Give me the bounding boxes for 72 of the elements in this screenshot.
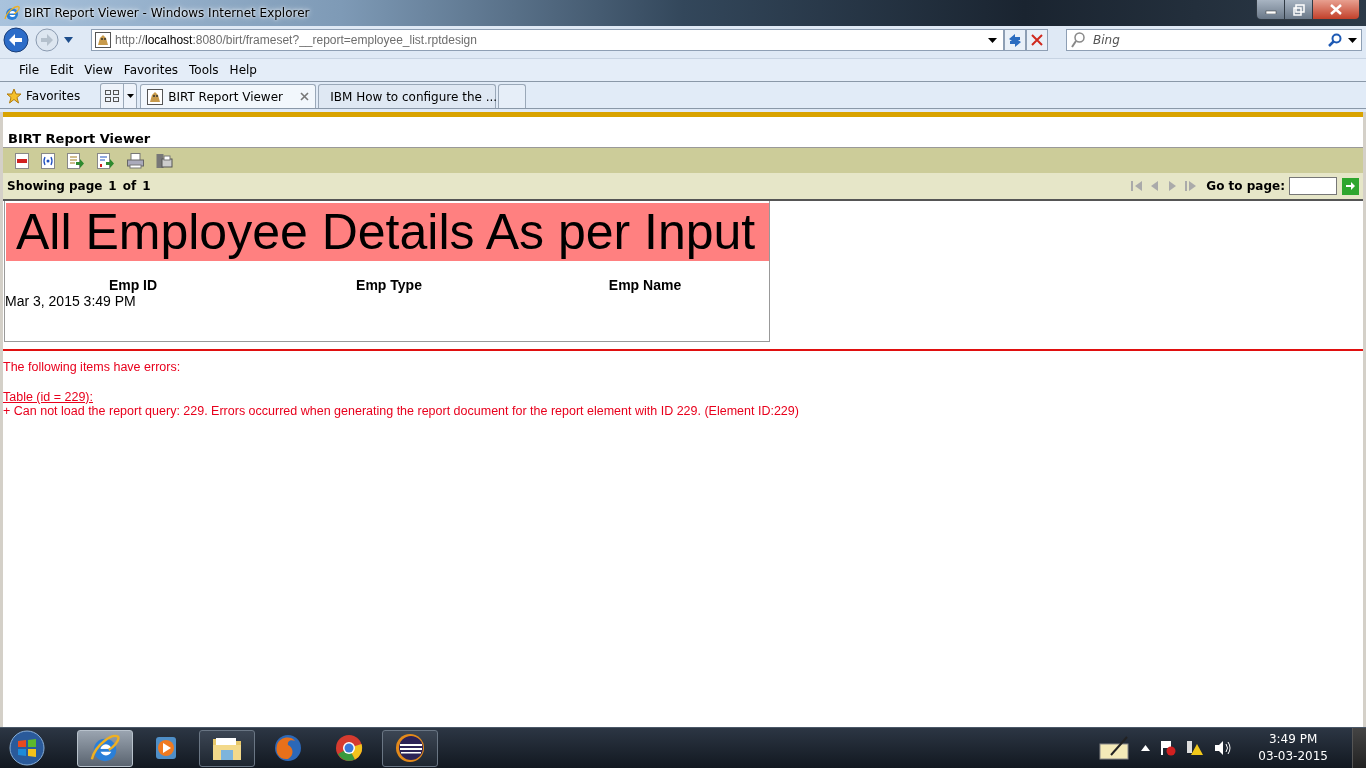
- restore-button[interactable]: [1285, 0, 1313, 19]
- page-icon: [147, 88, 164, 105]
- show-hidden-icons-icon[interactable]: [1141, 745, 1151, 751]
- window-title: BIRT Report Viewer - Windows Internet Explorer: [24, 6, 311, 20]
- search-icon[interactable]: [1328, 33, 1342, 47]
- taskbar-app-button[interactable]: [199, 729, 255, 767]
- menu-item[interactable]: View: [79, 61, 118, 79]
- refresh-icon: [1007, 33, 1023, 47]
- column-header: Emp Type: [356, 277, 422, 293]
- report-timestamp: Mar 3, 2015 3:49 PM: [5, 293, 137, 309]
- speaker-icon[interactable]: [1214, 740, 1233, 756]
- dropdown-arrow-icon[interactable]: [126, 94, 134, 98]
- chrome-icon: [334, 733, 364, 763]
- star-icon: [6, 88, 22, 104]
- network-warning-icon[interactable]: [1186, 740, 1205, 756]
- eclipse-icon: [394, 732, 426, 764]
- dropdown-arrow-icon[interactable]: [988, 37, 997, 43]
- browser-icon: [90, 733, 120, 763]
- viewer-title: BIRT Report Viewer: [7, 130, 152, 147]
- column-header: Emp ID: [108, 277, 158, 293]
- page-status-label: Showing page: [7, 179, 103, 193]
- toc-icon[interactable]: [15, 152, 29, 169]
- back-button[interactable]: [2, 27, 30, 53]
- quick-tabs-button[interactable]: [100, 83, 138, 108]
- total-pages-number: 1: [142, 179, 151, 193]
- column-header: Emp Name: [608, 277, 682, 293]
- stop-button[interactable]: [1026, 29, 1048, 51]
- server-print-icon[interactable]: [156, 152, 173, 169]
- taskbar-app-button[interactable]: [382, 729, 438, 767]
- export-report-icon[interactable]: [97, 152, 115, 169]
- taskbar-app-button[interactable]: [77, 729, 133, 767]
- close-tab-icon[interactable]: [300, 92, 310, 101]
- page-number-field[interactable]: [1289, 177, 1337, 195]
- ie-logo-icon: [4, 5, 20, 21]
- arrow-icon: [1345, 181, 1356, 191]
- page-status-label: of: [122, 179, 137, 193]
- current-page-number: 1: [108, 179, 117, 193]
- menu-item[interactable]: Tools: [184, 61, 224, 79]
- dropdown-arrow-icon[interactable]: [1348, 37, 1357, 43]
- error-message: + Can not load the report query: 229. Errors occurred when generating the report document for the report element with ID 229. (Element ID:229): [3, 404, 800, 418]
- browser-tab[interactable]: IBM How to configure the ...: [318, 84, 497, 108]
- address-field[interactable]: http://localhost:8080/birt/frameset?__report=employee_list.rptdesign: [91, 29, 1004, 51]
- close-icon: [1330, 4, 1342, 15]
- print-icon[interactable]: [127, 152, 144, 169]
- flag-error-icon[interactable]: [1160, 740, 1177, 756]
- favorites-button[interactable]: Favorites: [6, 84, 81, 108]
- export-data-icon[interactable]: [67, 152, 85, 169]
- search-box[interactable]: Bing: [1066, 29, 1362, 51]
- dropdown-arrow-icon[interactable]: [64, 37, 73, 43]
- menu-item[interactable]: Edit: [45, 61, 79, 79]
- page-icon: [95, 32, 111, 48]
- menu-item[interactable]: Help: [224, 61, 262, 79]
- stop-icon: [1031, 34, 1043, 46]
- search-icon: [1071, 32, 1085, 48]
- globe-fox-icon: [273, 733, 303, 763]
- grid-icon: [105, 90, 120, 102]
- browser-tab[interactable]: BIRT Report Viewer: [140, 84, 317, 108]
- pen-input-icon[interactable]: [1099, 736, 1132, 760]
- report-heading: All Employee Details As per Input: [6, 203, 769, 261]
- close-button[interactable]: [1313, 0, 1359, 19]
- go-button[interactable]: [1342, 177, 1359, 195]
- menu-item[interactable]: File: [14, 61, 45, 79]
- error-item-link[interactable]: Table (id = 229):: [3, 390, 93, 404]
- restore-icon: [1292, 3, 1305, 16]
- parameters-icon[interactable]: [41, 152, 55, 169]
- go-to-page-label: Go to page:: [1206, 179, 1285, 193]
- refresh-button[interactable]: [1004, 29, 1026, 51]
- minimize-button[interactable]: [1257, 0, 1285, 19]
- clock[interactable]: 3:49 PM 03-03-2015: [1242, 731, 1342, 765]
- error-intro: The following items have errors:: [3, 360, 182, 374]
- search-field[interactable]: Bing: [1091, 32, 1322, 48]
- menu-item[interactable]: Favorites: [118, 61, 184, 79]
